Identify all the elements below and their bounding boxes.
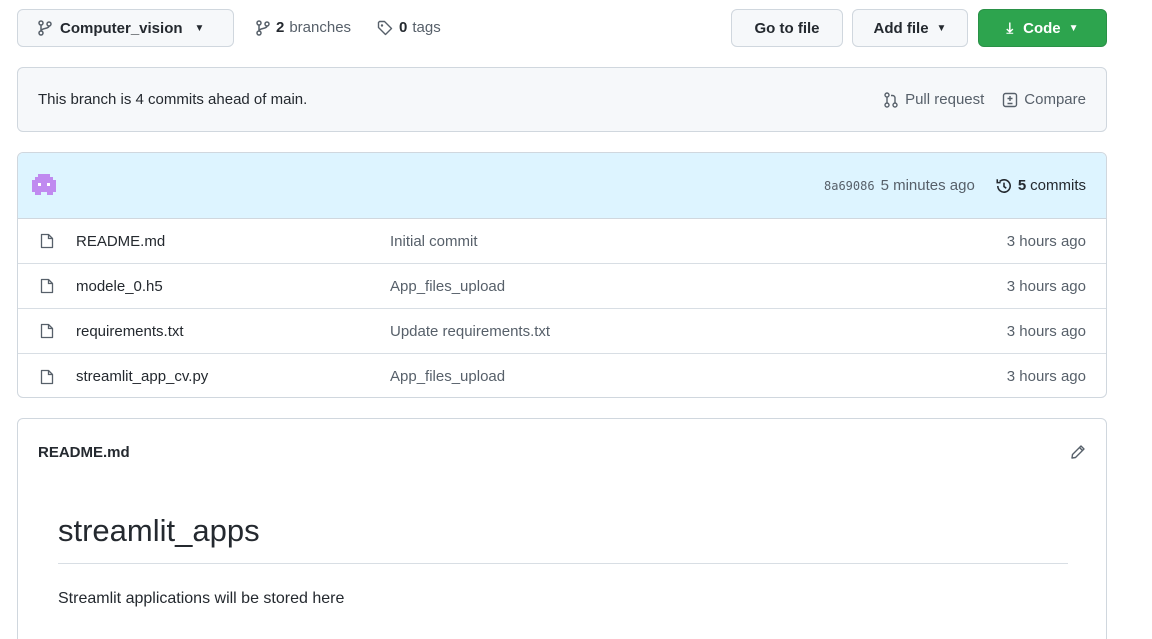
file-row[interactable]: README.md Initial commit 3 hours ago (18, 219, 1106, 264)
file-name[interactable]: modele_0.h5 (76, 278, 390, 295)
chevron-down-icon: ▼ (194, 22, 205, 34)
pull-request-icon (883, 91, 905, 108)
tags-link[interactable]: 0 tags (377, 19, 441, 36)
commits-count: 5 (1017, 177, 1027, 194)
branches-count: 2 (276, 19, 285, 36)
commit-time: 5 minutes ago (880, 177, 975, 194)
latest-commit-bar: 8a69086 5 minutes ago 5 commits (18, 153, 1106, 219)
chevron-down-icon: ▼ (936, 22, 947, 34)
branch-icon (256, 19, 276, 36)
add-file-button[interactable]: Add file ▼ (852, 9, 968, 47)
download-icon: ⤓ (1006, 19, 1014, 37)
readme-content: streamlit_apps Streamlit applications wi… (18, 485, 1106, 608)
compare-label: Compare (1024, 91, 1086, 108)
branch-status-message: This branch is 4 commits ahead of main. (38, 91, 308, 108)
readme-header: README.md (18, 419, 1106, 485)
branch-select-button[interactable]: Computer_vision ▼ (17, 9, 234, 47)
file-name[interactable]: streamlit_app_cv.py (76, 368, 390, 385)
tag-icon (377, 20, 399, 36)
file-icon (40, 278, 56, 294)
pencil-icon[interactable] (1070, 444, 1086, 460)
add-file-label: Add file (873, 19, 929, 37)
file-name[interactable]: README.md (76, 233, 390, 250)
file-age: 3 hours ago (1006, 232, 1086, 250)
commit-sha[interactable]: 8a69086 (824, 179, 875, 193)
branch-name: Computer_vision (60, 19, 183, 37)
compare-icon (1002, 92, 1024, 108)
branches-label: branches (289, 19, 352, 36)
file-commit-message[interactable]: Update requirements.txt (390, 323, 1007, 340)
file-commit-message[interactable]: App_files_upload (390, 368, 1007, 385)
compare-link[interactable]: Compare (1002, 91, 1086, 108)
tags-count: 0 (399, 19, 408, 36)
pull-request-label: Pull request (905, 91, 985, 108)
history-icon (995, 177, 1018, 195)
branch-icon (38, 20, 52, 36)
branch-status-banner: This branch is 4 commits ahead of main. … (17, 67, 1107, 132)
go-to-file-button[interactable]: Go to file (731, 9, 843, 47)
file-icon (40, 323, 56, 339)
commits-label: commits (1030, 177, 1086, 194)
file-commit-message[interactable]: Initial commit (390, 233, 1007, 250)
commits-link[interactable]: 5 commits (995, 177, 1086, 195)
file-name[interactable]: requirements.txt (76, 323, 390, 340)
code-button[interactable]: ⤓ Code ▼ (978, 9, 1107, 47)
branches-link[interactable]: 2 branches (256, 19, 351, 36)
file-age: 3 hours ago (1006, 368, 1086, 385)
pull-request-link[interactable]: Pull request (883, 91, 984, 108)
code-label: Code (1023, 19, 1061, 37)
readme-heading: streamlit_apps (58, 513, 1068, 564)
tags-label: tags (412, 19, 441, 36)
readme-text: Streamlit applications will be stored he… (58, 590, 345, 607)
file-icon (40, 233, 56, 249)
file-row[interactable]: requirements.txt Update requirements.txt… (18, 309, 1106, 354)
readme-filename: README.md (38, 443, 130, 461)
chevron-down-icon: ▼ (1068, 22, 1079, 34)
file-age: 3 hours ago (1006, 322, 1086, 340)
file-commit-message[interactable]: App_files_upload (390, 278, 1007, 295)
go-to-file-label: Go to file (754, 19, 820, 37)
file-listing: 8a69086 5 minutes ago 5 commits README.m… (17, 152, 1107, 398)
file-row[interactable]: streamlit_app_cv.py App_files_upload 3 h… (18, 354, 1106, 397)
file-icon (40, 369, 56, 385)
file-age: 3 hours ago (1006, 277, 1086, 295)
file-row[interactable]: modele_0.h5 App_files_upload 3 hours ago (18, 264, 1106, 309)
readme-panel: README.md streamlit_apps Streamlit appli… (17, 418, 1107, 639)
pixel-avatar-icon[interactable] (32, 173, 56, 198)
